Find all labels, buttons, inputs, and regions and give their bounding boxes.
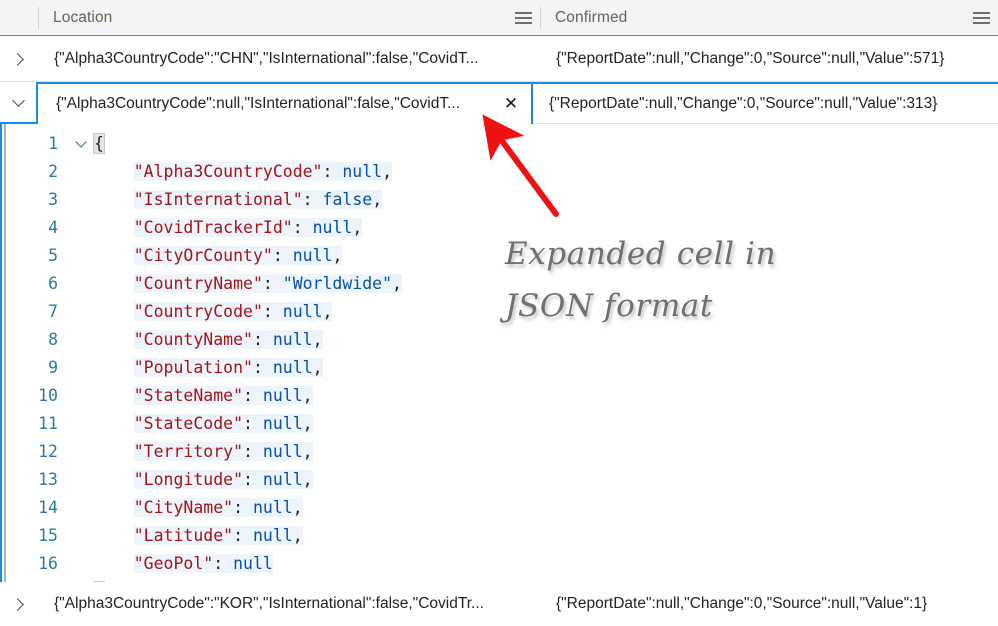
line-number: 10 — [2, 382, 68, 410]
json-code-lines: 1{2 "Alpha3CountryCode": null,3 "IsInter… — [2, 124, 998, 582]
line-number: 5 — [2, 242, 68, 270]
cell-location[interactable]: {"Alpha3CountryCode":"KOR","IsInternatio… — [38, 595, 540, 613]
hamburger-menu-icon — [515, 12, 532, 24]
row-collapse-toggle[interactable] — [0, 82, 38, 124]
column-header-confirmed[interactable]: Confirmed — [540, 0, 998, 35]
line-number: 2 — [2, 158, 68, 186]
code-text: { — [94, 130, 104, 158]
code-line: 13 "Longitude": null, — [2, 466, 998, 494]
cell-location[interactable]: {"Alpha3CountryCode":"CHN","IsInternatio… — [38, 50, 540, 68]
json-code-editor[interactable]: 1{2 "Alpha3CountryCode": null,3 "IsInter… — [0, 124, 998, 582]
cell-confirmed[interactable]: {"ReportDate":null,"Change":0,"Source":n… — [540, 595, 998, 613]
code-text: "Longitude": null, — [94, 466, 313, 494]
line-number: 14 — [2, 494, 68, 522]
line-number: 7 — [2, 298, 68, 326]
code-text: "CityOrCounty": null, — [94, 242, 342, 270]
chevron-right-icon — [11, 598, 24, 611]
code-line: 4 "CovidTrackerId": null, — [2, 214, 998, 242]
code-text: "Alpha3CountryCode": null, — [94, 158, 392, 186]
line-number: 6 — [2, 270, 68, 298]
column-menu-button-location[interactable] — [506, 0, 540, 35]
code-text: "StateCode": null, — [94, 410, 313, 438]
table-row[interactable]: {"Alpha3CountryCode":"KOR","IsInternatio… — [0, 582, 998, 626]
code-line: 11 "StateCode": null, — [2, 410, 998, 438]
line-number: 11 — [2, 410, 68, 438]
line-number: 3 — [2, 186, 68, 214]
code-line: 6 "CountryName": "Worldwide", — [2, 270, 998, 298]
code-line: 15 "Latitude": null, — [2, 522, 998, 550]
code-line: 12 "Territory": null, — [2, 438, 998, 466]
code-text: "IsInternational": false, — [94, 186, 382, 214]
grid-header: Location Confirmed — [0, 0, 998, 36]
code-text: "Latitude": null, — [94, 522, 303, 550]
line-number: 9 — [2, 354, 68, 382]
line-number: 16 — [2, 550, 68, 578]
code-text: "Territory": null, — [94, 438, 313, 466]
chevron-down-icon — [75, 136, 86, 147]
code-line: 2 "Alpha3CountryCode": null, — [2, 158, 998, 186]
line-number: 8 — [2, 326, 68, 354]
cell-confirmed[interactable]: {"ReportDate":null,"Change":0,"Source":n… — [540, 50, 998, 68]
column-menu-button-confirmed[interactable] — [964, 0, 998, 35]
close-icon[interactable]: ✕ — [491, 94, 531, 114]
column-header-location[interactable]: Location — [0, 0, 540, 35]
code-text: "GeoPol": null — [94, 550, 273, 578]
line-number: 13 — [2, 466, 68, 494]
code-text: "CountyName": null, — [94, 326, 323, 354]
line-number: 12 — [2, 438, 68, 466]
expanded-cell-json-viewer: Location Confirmed {"Alpha3CountryCode":… — [0, 0, 998, 626]
code-text: "CountryName": "Worldwide", — [94, 270, 402, 298]
line-number: 1 — [2, 130, 68, 158]
row-expand-toggle[interactable] — [0, 37, 38, 81]
line-number: 4 — [2, 214, 68, 242]
column-header-confirmed-label: Confirmed — [541, 9, 964, 27]
detail-tab[interactable]: {"Alpha3CountryCode":null,"IsInternation… — [38, 84, 533, 124]
line-number: 15 — [2, 522, 68, 550]
expanded-row-panel: {"Alpha3CountryCode":null,"IsInternation… — [0, 82, 998, 582]
code-text: "Population": null, — [94, 354, 323, 382]
code-text: "CountryCode": null, — [94, 298, 332, 326]
code-line: 1{ — [2, 130, 998, 158]
code-text: "CityName": null, — [94, 494, 303, 522]
code-line: 7 "CountryCode": null, — [2, 298, 998, 326]
chevron-right-icon — [11, 53, 24, 66]
expanded-row-tab-strip: {"Alpha3CountryCode":null,"IsInternation… — [0, 84, 998, 124]
code-line: 8 "CountyName": null, — [2, 326, 998, 354]
header-gutter-spacer — [0, 0, 38, 35]
code-line: 10 "StateName": null, — [2, 382, 998, 410]
code-line: 14 "CityName": null, — [2, 494, 998, 522]
code-text: "StateName": null, — [94, 382, 313, 410]
cell-confirmed-expanded[interactable]: {"ReportDate":null,"Change":0,"Source":n… — [533, 84, 998, 124]
code-line: 16 "GeoPol": null — [2, 550, 998, 578]
chevron-down-icon — [12, 94, 25, 107]
code-line: 9 "Population": null, — [2, 354, 998, 382]
column-header-location-label: Location — [39, 9, 506, 27]
code-line: 5 "CityOrCounty": null, — [2, 242, 998, 270]
code-text: "CovidTrackerId": null, — [94, 214, 362, 242]
row-expand-toggle[interactable] — [0, 582, 38, 626]
detail-tab-label: {"Alpha3CountryCode":null,"IsInternation… — [38, 95, 491, 113]
hamburger-menu-icon — [973, 12, 990, 24]
table-row[interactable]: {"Alpha3CountryCode":"CHN","IsInternatio… — [0, 37, 998, 82]
code-fold-toggle[interactable] — [68, 138, 94, 150]
code-line: 3 "IsInternational": false, — [2, 186, 998, 214]
